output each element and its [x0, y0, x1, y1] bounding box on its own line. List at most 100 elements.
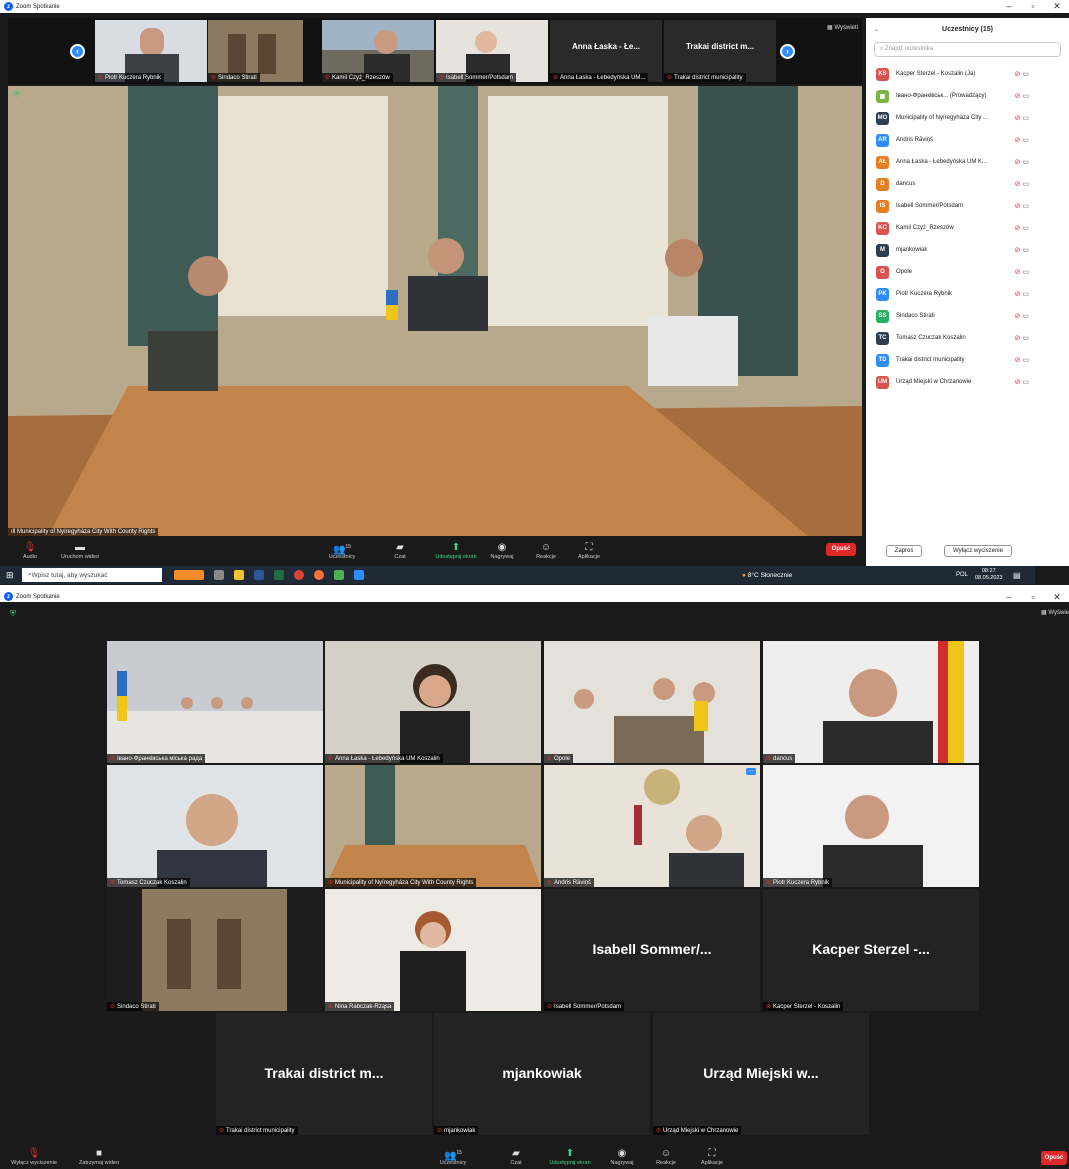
taskbar-search-input[interactable]: ⌕ Wpisz tutaj, aby wyszukać: [22, 568, 162, 582]
participant-row[interactable]: PK Piotr Kuczera Rybnik ⊘ ▭: [866, 283, 1069, 305]
video-tile[interactable]: ⊘ Andris Rāviņš ⋯: [544, 765, 760, 887]
keyboard-language[interactable]: POL: [956, 572, 968, 578]
video-tile[interactable]: ⊘ dancus: [763, 641, 979, 763]
participants-panel: ⌄ Uczestnicy (15) ⌕ Znajdź uczestnika KS…: [866, 18, 1069, 566]
thumbnail-tile[interactable]: ⊘ Piotr Kuczera Rybnik: [95, 20, 207, 82]
participant-row[interactable]: KC Kamil Czyż_Rzeszów ⊘ ▭: [866, 217, 1069, 239]
mic-muted-icon: ⊘: [766, 880, 772, 886]
excel-icon[interactable]: [274, 570, 284, 580]
clock[interactable]: 08:27 08.05.2023: [975, 568, 1003, 582]
video-tile[interactable]: Urząd Miejski w... ⊘ Urząd Miejski w Chrza…: [653, 1013, 869, 1135]
video-tile[interactable]: ⊘ Piotr Kuczera Rybnik: [763, 765, 979, 887]
share-screen-button[interactable]: ⬆ Udostępnij ekran: [432, 541, 480, 560]
thumbnail-tile[interactable]: ⊘ Isabell Sommer/Potsdam: [436, 20, 548, 82]
video-tile[interactable]: ⊘ Sindaco Stirati: [107, 889, 323, 1011]
video-camera-icon: ▭: [1022, 71, 1029, 78]
participant-row[interactable]: TC Tomasz Czuczak Koszalin ⊘ ▭: [866, 327, 1069, 349]
video-tile[interactable]: Trakai district m... ⊘ Trakai district mun…: [216, 1013, 432, 1135]
stop-video-button[interactable]: ■ Zatrzymaj wideo: [70, 1147, 128, 1166]
participant-row[interactable]: IS Isabell Sommer/Potsdam ⊘ ▭: [866, 195, 1069, 217]
participant-row[interactable]: UM Urząd Miejski w Chrzanowie ⊘ ▭: [866, 371, 1069, 393]
restore-icon[interactable]: ▫: [1021, 0, 1045, 13]
video-feed: [107, 765, 323, 887]
video-tile[interactable]: ⊘ Івано-Франківська міська рада: [107, 641, 323, 763]
apps-icon: ⛶: [585, 541, 593, 553]
participant-name: Opole: [896, 269, 913, 275]
leave-button[interactable]: Opuść: [1041, 1151, 1067, 1165]
participant-row[interactable]: KS Kacper Sterzel - Koszalin (Ja) ⊘ ▭: [866, 63, 1069, 85]
invite-button[interactable]: Zaproś: [886, 545, 922, 557]
app-icon[interactable]: [334, 570, 344, 580]
participant-search-input[interactable]: ⌕ Znajdź uczestnika: [874, 42, 1061, 57]
video-tile[interactable]: ⊘ Nina Rabczak-Rząsa: [325, 889, 541, 1011]
tile-name: Kacper Sterzel - Koszalin: [773, 1004, 841, 1010]
mic-muted-icon: ⊘: [1014, 247, 1021, 254]
audio-button[interactable]: 🎙 Audio: [10, 541, 50, 560]
windows-start-icon[interactable]: ⊞: [6, 570, 14, 581]
tile-name: Sindaco Stirati: [117, 1004, 156, 1010]
reactions-button[interactable]: ☺ Reakcje: [646, 1147, 686, 1166]
chrome-icon[interactable]: [294, 570, 304, 580]
minimize-icon[interactable]: –: [997, 0, 1021, 13]
mute-button[interactable]: 🎙 Wyłącz wyciszenie: [2, 1147, 66, 1166]
thumbnail-tile[interactable]: Trakai district m... ⊘ Trakai district mu…: [664, 20, 776, 82]
chevron-down-icon[interactable]: ⌄: [874, 26, 879, 33]
video-tile[interactable]: Isabell Sommer/... ⊘ Isabell Sommer/Potsda…: [544, 889, 760, 1011]
file-explorer-icon[interactable]: [234, 570, 244, 580]
next-page-button[interactable]: ›: [780, 44, 795, 59]
leave-button[interactable]: Opuść: [826, 543, 856, 556]
apps-button[interactable]: ⛶ Aplikacje: [692, 1147, 732, 1166]
participants-button[interactable]: 👥15 Uczestnicy: [433, 1147, 473, 1166]
more-options-icon[interactable]: ⋯: [746, 768, 756, 775]
reactions-button[interactable]: ☺ Reakcje: [526, 541, 566, 560]
thumbnail-tile[interactable]: ⊘ Sindaco Stirati: [208, 20, 303, 82]
tile-display-name: Kacper Sterzel -...: [812, 941, 930, 957]
view-button[interactable]: ▦ Wyświetl: [827, 24, 858, 31]
record-button[interactable]: ◉ Nagrywaj: [602, 1147, 642, 1166]
participant-name: Івано-Франківськ... (Prowadzący): [896, 93, 987, 99]
thumbnail-tile[interactable]: ⊘ Kamil Czyż_Rzeszów: [322, 20, 434, 82]
firefox-icon[interactable]: [314, 570, 324, 580]
video-tile[interactable]: Kacper Sterzel -... ⊘ Kacper Sterzel - Kos…: [763, 889, 979, 1011]
participant-row[interactable]: ▦ Івано-Франківськ... (Prowadzący) ⊘ ▭: [866, 85, 1069, 107]
record-button[interactable]: ◉ Nagrywaj: [482, 541, 522, 560]
thumbnail-tile[interactable]: Anna Łaska - Łe... ⊘ Anna Łaska - Łebedyń…: [550, 20, 662, 82]
participants-button[interactable]: 👥15 Uczestnicy: [322, 541, 362, 560]
taskbar-widget-icon[interactable]: [174, 570, 204, 580]
participant-row[interactable]: AŁ Anna Łaska - Łebedyńska UM K... ⊘ ▭: [866, 151, 1069, 173]
zoom-taskbar-icon[interactable]: [354, 570, 364, 580]
apps-icon: ⛶: [708, 1147, 716, 1159]
participant-row[interactable]: MO Municipality of Nyíregyháza City ... ⊘ …: [866, 107, 1069, 129]
video-tile[interactable]: ⊘ Tomasz Czuczak Koszalin: [107, 765, 323, 887]
video-camera-icon: ▭: [1022, 379, 1029, 386]
video-tile[interactable]: ⊘ Anna Łaska - Łebedyńska UM Koszalin: [325, 641, 541, 763]
chat-button[interactable]: ▰ Czat: [380, 541, 420, 560]
participant-row[interactable]: Ddancus ⊘ ▭: [866, 173, 1069, 195]
chat-button[interactable]: ▰ Czat: [496, 1147, 536, 1166]
mic-muted-icon: ⊘: [766, 756, 772, 762]
thumbnail-name: Isabell Sommer/Potsdam: [446, 75, 514, 81]
start-video-button[interactable]: ▬ Uruchom wideo: [60, 541, 100, 560]
participant-name: Urząd Miejski w Chrzanowie: [896, 379, 972, 385]
close-icon[interactable]: ✕: [1045, 0, 1069, 13]
prev-page-button[interactable]: ‹: [70, 44, 85, 59]
video-tile[interactable]: ⊘ Opole: [544, 641, 760, 763]
meeting-toolbar: 🎙 Audio ▬ Uruchom wideo 👥15 Uczestnicy ▰ Cza…: [8, 538, 862, 562]
participant-row[interactable]: AR Andris Rāviņš ⊘ ▭: [866, 129, 1069, 151]
video-camera-icon: ▭: [1022, 181, 1029, 188]
task-view-icon[interactable]: [214, 570, 224, 580]
thumbnail-name: Kamil Czyż_Rzeszów: [332, 75, 390, 81]
video-tile[interactable]: ⊘ Municipality of Nyíregyháza City With C…: [325, 765, 541, 887]
avatar: UM: [876, 375, 889, 389]
participant-row[interactable]: TD Trakai district municipality ⊘ ▭: [866, 349, 1069, 371]
word-icon[interactable]: [254, 570, 264, 580]
unmute-all-button[interactable]: Wyłącz wyciszenie: [944, 545, 1012, 557]
participant-row[interactable]: Mmjankowiak ⊘ ▭: [866, 239, 1069, 261]
participant-row[interactable]: SS Sindaco Stirati ⊘ ▭: [866, 305, 1069, 327]
participant-row[interactable]: O Opole ⊘ ▭: [866, 261, 1069, 283]
video-tile[interactable]: mjankowiak ⊘ mjankowiak: [434, 1013, 650, 1135]
share-screen-button[interactable]: ⬆ Udostępnij ekran: [544, 1147, 596, 1166]
video-feed: [325, 641, 541, 763]
apps-button[interactable]: ⛶ Aplikacje: [569, 541, 609, 560]
notifications-icon[interactable]: ▤: [1013, 571, 1021, 580]
